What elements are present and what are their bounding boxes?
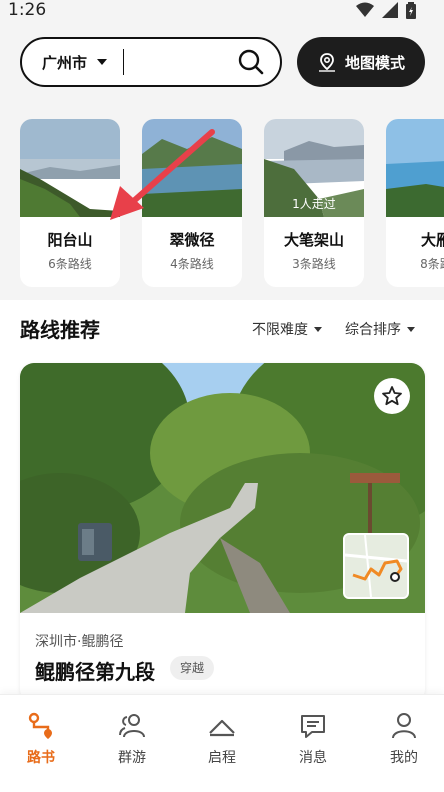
mountain-list: 阳台山 6条路线 翠微径 4条路线 1人走过 大笔架山 3条路线 大雁 8条 <box>0 102 444 300</box>
star-icon <box>382 386 402 406</box>
mountain-name: 大雁 <box>420 231 444 249</box>
mountain-route-count: 3条路线 <box>292 257 336 271</box>
mountain-photo <box>386 119 444 217</box>
sort-filter[interactable]: 综合排序 <box>345 319 415 339</box>
nav-label: 我的 <box>390 750 418 766</box>
mountain-route-count: 4条路线 <box>170 257 214 271</box>
annotation-arrow <box>110 129 215 220</box>
top-search-area: 广州市 地图模式 <box>0 22 444 102</box>
bottom-nav: 路书 群游 启程 消息 我的 <box>0 694 444 792</box>
nav-item-profile[interactable]: 我的 <box>374 711 434 771</box>
nav-item-route-book[interactable]: 路书 <box>11 711 71 771</box>
favorite-button[interactable] <box>374 378 410 414</box>
mountain-name: 阳台山 <box>47 231 93 249</box>
route-location: 深圳市·鲲鹏径 <box>35 634 124 650</box>
search-divider <box>123 49 124 75</box>
mountain-name: 大笔架山 <box>283 231 344 249</box>
mountain-route-count: 6条路线 <box>48 257 92 271</box>
mountain-card[interactable]: 大雁 8条路 <box>386 119 444 287</box>
status-icons <box>356 0 416 20</box>
section-title: 路线推荐 <box>20 318 100 342</box>
message-icon <box>301 715 325 738</box>
sort-filter-label: 综合排序 <box>345 322 401 338</box>
signal-icon <box>382 2 398 18</box>
route-title: 鲲鹏径第九段 <box>35 660 155 684</box>
nav-item-group[interactable]: 群游 <box>102 711 162 771</box>
difficulty-filter-label: 不限难度 <box>252 322 308 338</box>
wifi-icon <box>356 2 374 17</box>
route-type-tag: 穿越 <box>170 656 215 680</box>
nav-item-messages[interactable]: 消息 <box>283 711 343 771</box>
profile-icon <box>392 713 416 739</box>
group-icon <box>119 714 145 738</box>
search-box[interactable]: 广州市 <box>20 37 282 87</box>
nav-label: 消息 <box>299 750 327 766</box>
map-pin-icon <box>318 53 335 72</box>
visited-badge: 1人走过 <box>292 197 336 211</box>
difficulty-filter[interactable]: 不限难度 <box>252 319 322 339</box>
chevron-down-icon <box>314 326 322 332</box>
search-icon[interactable] <box>238 49 264 75</box>
nav-item-start[interactable]: 启程 <box>192 711 252 771</box>
mountain-route-count: 8条路 <box>420 257 444 271</box>
map-mode-button[interactable]: 地图模式 <box>297 37 425 87</box>
route-map-thumbnail[interactable] <box>343 533 409 599</box>
city-select[interactable]: 广州市 <box>42 39 108 85</box>
chevron-down-icon <box>97 59 108 65</box>
chevron-down-icon <box>407 326 415 332</box>
nav-label: 群游 <box>118 750 146 766</box>
route-map-icon <box>345 535 407 597</box>
city-select-label: 广州市 <box>42 53 88 72</box>
status-bar: 1:26 <box>0 0 444 22</box>
battery-icon <box>406 1 416 19</box>
nav-label: 启程 <box>208 750 236 766</box>
map-mode-label: 地图模式 <box>344 53 405 72</box>
nav-label: 路书 <box>27 750 55 766</box>
search-input[interactable] <box>132 47 232 77</box>
mountain-card[interactable]: 1人走过 大笔架山 3条路线 <box>264 119 364 287</box>
start-icon <box>209 719 235 737</box>
mountain-name: 翠微径 <box>169 231 215 249</box>
route-card[interactable]: 深圳市·鲲鹏径 鲲鹏径第九段 穿越 <box>20 363 425 703</box>
status-time: 1:26 <box>8 0 47 20</box>
route-book-icon <box>28 712 52 739</box>
